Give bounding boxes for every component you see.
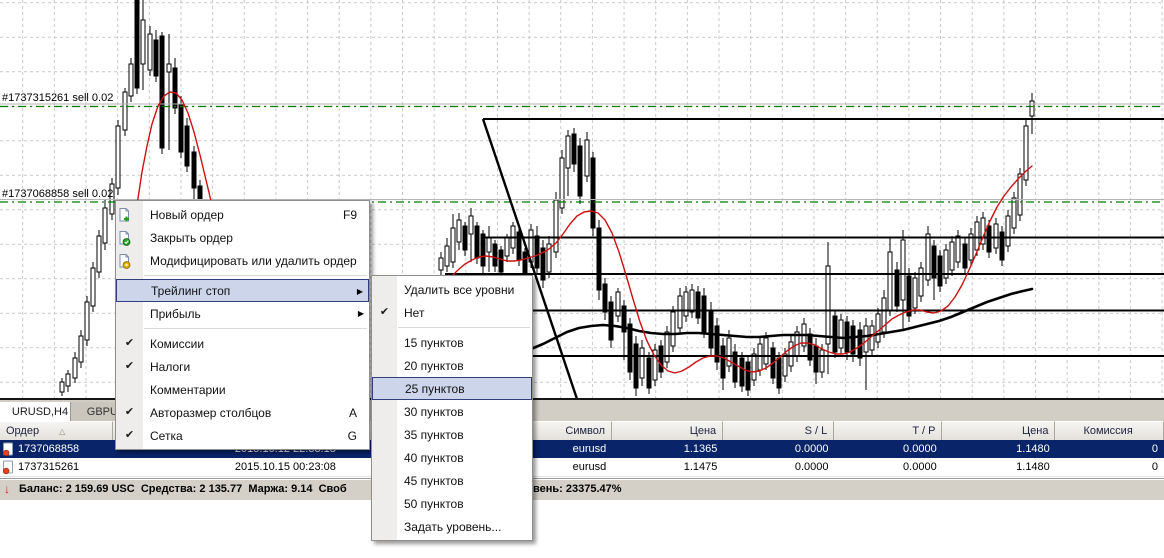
cell-price2: 1.1480 [1016, 461, 1050, 473]
submenu-item-20-points[interactable]: 20 пунктов [372, 354, 532, 377]
submenu-item-50-points[interactable]: 50 пунктов [372, 492, 532, 515]
menu-item-commissions[interactable]: ✔ Комиссии [116, 332, 369, 355]
context-menu: Новый ордер F9 Закрыть ордер Модифициров… [115, 200, 370, 450]
submenu-item-40-points[interactable]: 40 пунктов [372, 446, 532, 469]
cell-tp: 0.0000 [903, 461, 937, 473]
menu-item-label: Трейлинг стоп [151, 283, 231, 298]
checkmark-icon: ✔ [124, 406, 135, 418]
menu-item-label: 25 пунктов [405, 381, 465, 396]
menu-separator [144, 328, 367, 329]
menu-item-label: Удалить все уровни [404, 282, 515, 297]
menu-item-grid[interactable]: ✔ Сетка G [116, 424, 369, 447]
trade-status-icon: ↓ [4, 482, 10, 496]
cell-time: 2015.10.15 00:23:08 [234, 461, 336, 473]
menu-item-label: Сетка [150, 428, 183, 443]
sort-ascending-icon: △ [59, 426, 66, 436]
menu-item-label: 50 пунктов [404, 496, 464, 511]
order-row[interactable]: 1737315261 2015.10.15 00:23:08 eurusd 1.… [0, 458, 1164, 477]
cell-price: 1.1365 [683, 443, 718, 455]
submenu-item-35-points[interactable]: 35 пунктов [372, 423, 532, 446]
menu-item-trailing-stop[interactable]: Трейлинг стоп ▶ [116, 279, 369, 302]
submenu-item-15-points[interactable]: 15 пунктов [372, 331, 532, 354]
new-order-icon [116, 207, 143, 223]
order-id: 1737315261 [18, 461, 80, 473]
menu-item-label: Нет [404, 305, 425, 320]
column-header-label: Ордер [6, 425, 40, 437]
modify-order-icon [116, 253, 143, 269]
cell-order: 1737068858 [0, 442, 113, 456]
menu-shortcut: F9 [342, 207, 357, 222]
menu-item-label: Задать уровень... [404, 519, 502, 534]
cell-price2: 1.1480 [1016, 443, 1050, 455]
cell-sl: 0.0000 [794, 461, 829, 473]
checkmark-icon: ✔ [379, 306, 390, 318]
checkmark-icon: ✔ [124, 429, 135, 441]
submenu-arrow-icon: ▶ [357, 309, 364, 318]
menu-shortcut: A [348, 405, 357, 420]
menu-separator [144, 275, 367, 276]
menu-item-label: Комментарии [150, 382, 226, 397]
menu-item-label: 15 пунктов [404, 335, 464, 350]
submenu-item-set-level[interactable]: Задать уровень... [372, 515, 532, 538]
menu-item-label: Модифицировать или удалить ордер [150, 253, 357, 268]
cell-commission: 0 [1151, 443, 1158, 455]
menu-item-label: 40 пунктов [404, 450, 464, 465]
sell-order-icon [3, 442, 13, 456]
column-header-sl[interactable]: S / L [723, 421, 835, 440]
column-header-price2[interactable]: Цена [942, 421, 1056, 440]
order-line-label: #1737315261 sell 0.02 [2, 92, 114, 104]
menu-item-new-order[interactable]: Новый ордер F9 [116, 203, 369, 226]
menu-item-label: 45 пунктов [404, 473, 464, 488]
column-header-commission[interactable]: Комиссия [1055, 421, 1164, 440]
cell-tp: 0.0000 [903, 443, 937, 455]
cell-price: 1.1475 [683, 461, 718, 473]
cell-sl: 0.0000 [794, 443, 829, 455]
menu-item-label: Авторазмер столбцов [150, 405, 272, 420]
submenu-arrow-icon: ▶ [356, 287, 363, 296]
checkmark-icon: ✔ [124, 360, 135, 372]
submenu-item-delete-all-levels[interactable]: Удалить все уровни [372, 278, 532, 301]
menu-item-label: Прибыль [150, 306, 201, 321]
menu-separator [398, 327, 530, 328]
submenu-item-none[interactable]: ✔ Нет [372, 301, 532, 324]
menu-item-label: 20 пунктов [404, 358, 464, 373]
menu-item-label: Закрыть ордер [150, 230, 233, 245]
status-bar: ↓ Баланс: 2 159.69 USC Средства: 2 135.7… [0, 478, 1164, 500]
menu-item-profit[interactable]: Прибыль ▶ [116, 302, 369, 325]
menu-item-label: 35 пунктов [404, 427, 464, 442]
menu-item-close-order[interactable]: Закрыть ордер [116, 226, 369, 249]
cell-order: 1737315261 [0, 460, 113, 474]
menu-item-comments[interactable]: Комментарии [116, 378, 369, 401]
cell-commission: 0 [1151, 461, 1158, 473]
menu-item-label: Новый ордер [150, 207, 224, 222]
sell-order-icon [3, 460, 13, 474]
submenu-item-45-points[interactable]: 45 пунктов [372, 469, 532, 492]
menu-item-taxes[interactable]: ✔ Налоги [116, 355, 369, 378]
menu-item-auto-column-size[interactable]: ✔ Авторазмер столбцов A [116, 401, 369, 424]
menu-item-label: Комиссии [150, 336, 205, 351]
order-line-label: #1737068858 sell 0.02 [2, 188, 114, 200]
status-balance-text: Баланс: 2 159.69 USC Средства: 2 135.77 … [19, 483, 347, 495]
column-header-tp[interactable]: T / P [834, 421, 943, 440]
menu-item-modify-order[interactable]: Модифицировать или удалить ордер [116, 249, 369, 272]
submenu-item-25-points[interactable]: 25 пунктов [372, 377, 532, 400]
menu-shortcut: G [347, 428, 357, 443]
close-order-icon [116, 230, 143, 246]
submenu-item-30-points[interactable]: 30 пунктов [372, 400, 532, 423]
trailing-stop-submenu: Удалить все уровни ✔ Нет 15 пунктов 20 п… [371, 275, 533, 541]
column-header-order[interactable]: Ордер △ [0, 421, 114, 440]
menu-item-label: 30 пунктов [404, 404, 464, 419]
status-level-text: вень: 23375.47% [533, 483, 622, 495]
menu-item-label: Налоги [150, 359, 191, 374]
order-id: 1737068858 [18, 443, 80, 455]
column-header-price[interactable]: Цена [612, 421, 724, 440]
checkmark-icon: ✔ [124, 337, 135, 349]
